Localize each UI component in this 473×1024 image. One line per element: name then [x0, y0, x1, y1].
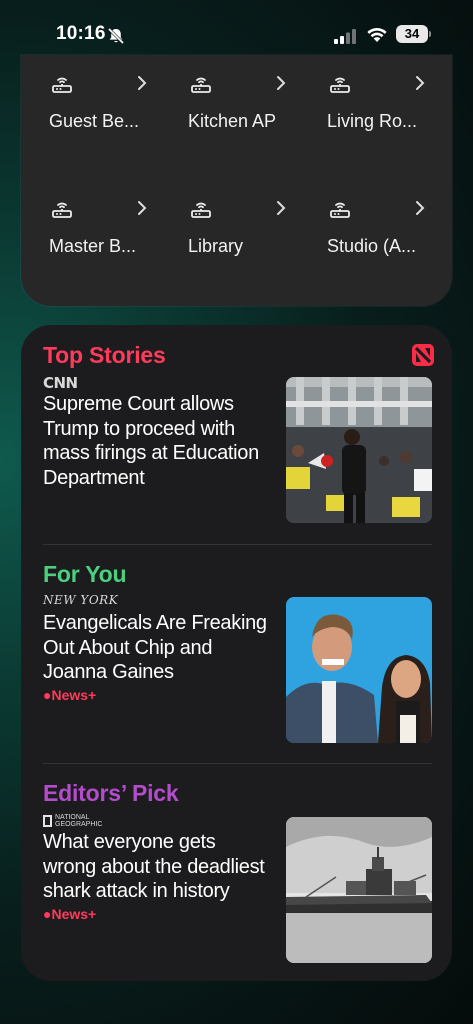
- news-plus-label: News+: [51, 905, 97, 922]
- access-point-icon: [52, 202, 72, 218]
- section-title: Top Stories: [43, 342, 166, 368]
- divider: [43, 544, 432, 545]
- cellular-signal-icon: [334, 29, 356, 44]
- chevron-right-icon[interactable]: [276, 75, 286, 91]
- access-point-icon: [52, 77, 72, 93]
- chevron-right-icon[interactable]: [415, 200, 425, 216]
- access-points-widget[interactable]: Guest Be... Kitchen AP Living Ro... Mast…: [21, 55, 452, 306]
- story-headline[interactable]: Supreme Court allows Trump to proceed wi…: [43, 392, 271, 490]
- section-title: For You: [43, 561, 127, 587]
- chevron-right-icon[interactable]: [137, 200, 147, 216]
- wifi-icon: [367, 27, 387, 42]
- status-time: 10:16: [56, 23, 106, 44]
- device-tile-kitchen-ap[interactable]: Kitchen AP: [188, 73, 320, 153]
- access-point-icon: [330, 202, 350, 218]
- device-tile-library[interactable]: Library: [188, 198, 320, 278]
- chevron-right-icon[interactable]: [276, 200, 286, 216]
- section-title: Editors’ Pick: [43, 780, 179, 806]
- access-point-icon: [191, 202, 211, 218]
- natgeo-frame-icon: [43, 815, 52, 827]
- story-headline[interactable]: What everyone gets wrong about the deadl…: [43, 830, 271, 904]
- access-point-icon: [330, 77, 350, 93]
- device-label: Guest Be...: [49, 111, 140, 131]
- device-label: Studio (A...: [327, 236, 417, 256]
- device-label: Kitchen AP: [188, 111, 277, 131]
- device-tile-guest-bedroom[interactable]: Guest Be...: [49, 73, 181, 153]
- story-headline[interactable]: Evangelicals Are Freaking Out About Chip…: [43, 611, 271, 685]
- device-label: Master B...: [49, 236, 137, 256]
- bell-slash-icon: [107, 27, 125, 45]
- story-thumbnail[interactable]: [286, 377, 432, 523]
- battery-icon: 34: [396, 25, 431, 43]
- source-name: NATIONAL GEOGRAPHIC: [55, 814, 103, 828]
- device-tile-studio[interactable]: Studio (A...: [327, 198, 459, 278]
- device-tile-living-room[interactable]: Living Ro...: [327, 73, 459, 153]
- chevron-right-icon[interactable]: [415, 75, 425, 91]
- story-thumbnail[interactable]: [286, 817, 432, 963]
- device-label: Library: [188, 236, 244, 256]
- access-point-icon: [191, 77, 211, 93]
- divider: [43, 763, 432, 764]
- chevron-right-icon[interactable]: [137, 75, 147, 91]
- news-plus-label: News+: [51, 686, 97, 703]
- device-label: Living Ro...: [327, 111, 418, 131]
- device-tile-master-bedroom[interactable]: Master B...: [49, 198, 181, 278]
- story-thumbnail[interactable]: [286, 597, 432, 743]
- status-bar: 10:16 34: [0, 0, 473, 62]
- apple-news-widget[interactable]: Top Stories CNN Supreme Court allows Tru…: [21, 325, 452, 981]
